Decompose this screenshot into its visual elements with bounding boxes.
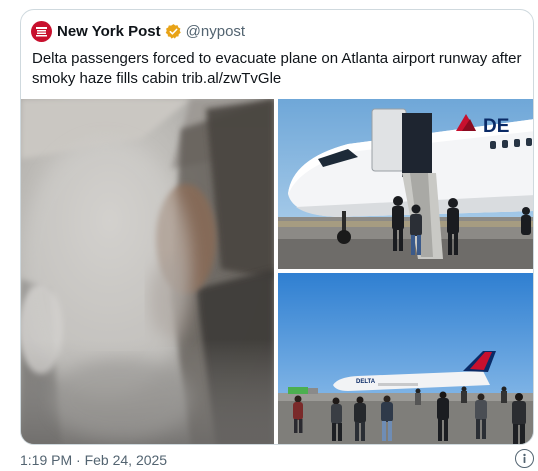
verified-badge-icon (165, 23, 182, 40)
plane-evacuation-image[interactable]: DE (278, 99, 533, 269)
tweet-footer: 1:19 PM · Feb 24, 2025 (20, 449, 534, 469)
author-name[interactable]: New York Post (57, 23, 161, 40)
media-grid: DE DELTA (21, 99, 533, 444)
nypost-logo-icon[interactable] (31, 20, 52, 42)
info-icon[interactable] (515, 449, 534, 468)
tweet-text: Delta passengers forced to evacuate plan… (32, 50, 522, 87)
runway-passengers-image[interactable]: DELTA (278, 273, 533, 444)
plane-nose-text: DE (483, 116, 509, 137)
smoke-cabin-image[interactable] (21, 99, 274, 444)
tweet-card[interactable]: New York Post @nypost Delta passengers f… (20, 9, 534, 445)
plane-fuselage-text: DELTA (356, 379, 376, 385)
tweet-header: New York Post @nypost (31, 20, 245, 42)
tweet-timestamp[interactable]: 1:19 PM · Feb 24, 2025 (20, 452, 167, 468)
author-handle[interactable]: @nypost (186, 23, 245, 40)
